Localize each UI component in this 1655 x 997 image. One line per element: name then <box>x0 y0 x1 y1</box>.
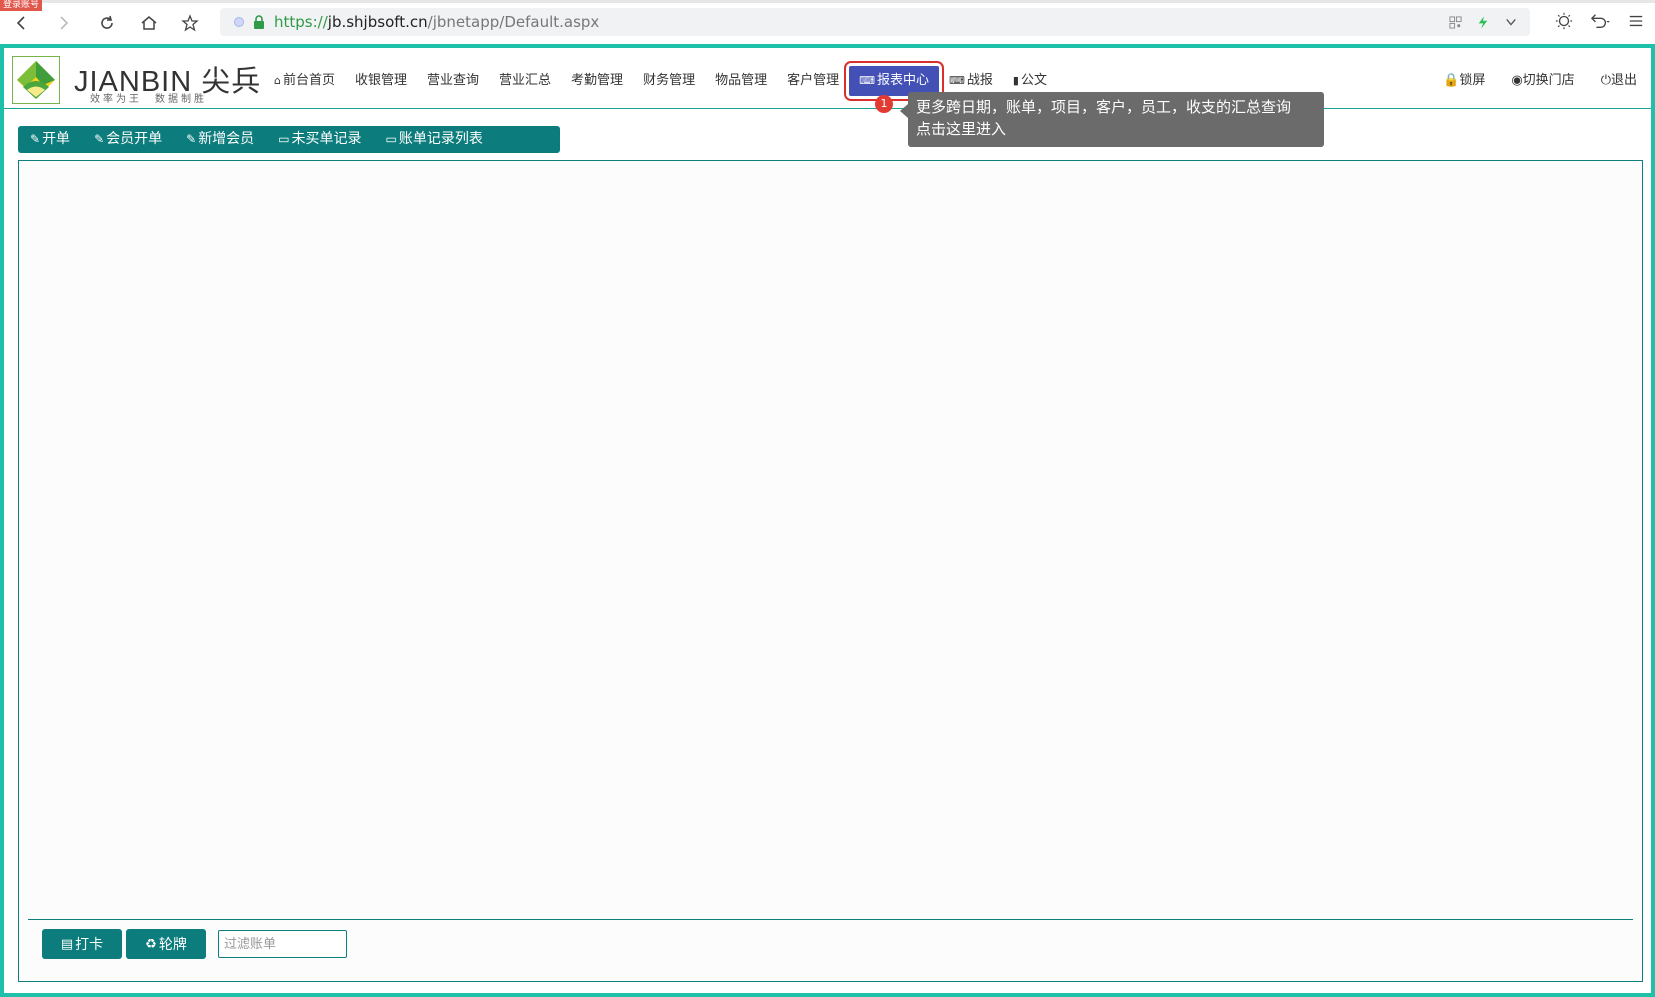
add-member-button[interactable]: ✎ 新增会员 <box>174 126 266 153</box>
filter-bill-input[interactable] <box>218 930 347 958</box>
nav-item-customers[interactable]: 客户管理 <box>777 66 849 96</box>
undo-icon[interactable] <box>1589 8 1611 34</box>
nav-label: 退出 <box>1610 73 1637 88</box>
nav-item-finance[interactable]: 财务管理 <box>633 66 705 96</box>
action-toolbar: ✎ 开单 ✎ 会员开单 ✎ 新增会员 ▭ 未买单记录 ▭ 账单记录列表 <box>18 126 560 153</box>
keyboard-icon: ⌨ <box>859 74 875 87</box>
punch-card-button[interactable]: ▤ 打卡 <box>42 929 122 959</box>
nav-label: 锁屏 <box>1459 73 1486 88</box>
qr-code-icon[interactable] <box>1446 13 1464 31</box>
menu-icon[interactable] <box>1625 8 1647 34</box>
site-info-icon[interactable] <box>234 17 244 27</box>
brand-slogan: 效率为王 数据制胜 <box>90 94 207 105</box>
button-label: 打卡 <box>75 937 104 953</box>
app-container: JIANBIN 尖兵 效率为王 数据制胜 ⌂ 前台首页 收银管理 营业查询 营业… <box>4 48 1651 993</box>
rotation-button[interactable]: ♻ 轮牌 <box>126 929 206 959</box>
open-order-button[interactable]: ✎ 开单 <box>18 126 82 153</box>
id-card-icon: ▤ <box>60 936 74 952</box>
member-open-order-button[interactable]: ✎ 会员开单 <box>82 126 174 153</box>
lock-icon <box>252 14 266 30</box>
step-badge: 1 <box>875 95 893 113</box>
bookmark-star-icon[interactable] <box>177 10 203 36</box>
monitor-icon: ▭ <box>385 132 397 146</box>
reload-icon[interactable] <box>94 10 120 36</box>
book-icon: ▮ <box>1012 74 1019 87</box>
main-content-panel: ▤ 打卡 ♻ 轮牌 <box>18 160 1643 982</box>
button-label: 轮牌 <box>158 937 187 953</box>
brightness-icon[interactable] <box>1553 8 1575 34</box>
nav-label: 切换门店 <box>1522 73 1575 88</box>
nav-item-goods[interactable]: 物品管理 <box>705 66 777 96</box>
edit-icon: ✎ <box>30 132 41 146</box>
app-header: JIANBIN 尖兵 效率为王 数据制胜 ⌂ 前台首页 收银管理 营业查询 营业… <box>4 48 1651 109</box>
recycle-icon: ♻ <box>145 936 157 952</box>
tooltip-line: 更多跨日期，账单，项目，客户，员工，收支的汇总查询 <box>916 98 1292 116</box>
power-icon: ⏻ <box>1600 73 1611 88</box>
logo-emblem <box>12 56 60 104</box>
divider <box>28 919 1633 920</box>
lock-screen-button[interactable]: 🔒锁屏 <box>1435 66 1493 96</box>
user-nav: 🔒锁屏 ◉切换门店 ⏻退出 <box>1435 66 1645 96</box>
nav-item-business-query[interactable]: 营业查询 <box>417 66 489 96</box>
button-label: 未买单记录 <box>291 131 362 147</box>
browser-toolbar: 登录账号 https://jb.shjbsoft.cn/jbnetapp/Def… <box>0 0 1655 45</box>
nav-item-front-home[interactable]: ⌂ 前台首页 <box>264 66 345 96</box>
nav-label: 公文 <box>1020 73 1047 88</box>
lightning-icon[interactable] <box>1474 13 1492 31</box>
chevron-down-icon[interactable] <box>1502 13 1520 31</box>
nav-label: 物品管理 <box>715 73 768 88</box>
forward-icon[interactable] <box>50 10 76 36</box>
button-label: 会员开单 <box>106 131 163 147</box>
nav-label: 前台首页 <box>282 73 335 88</box>
keyboard-icon: ⌨ <box>949 74 965 87</box>
nav-label: 营业汇总 <box>499 73 552 88</box>
address-bar[interactable]: https://jb.shjbsoft.cn/jbnetapp/Default.… <box>220 8 1530 36</box>
nav-label: 战报 <box>966 73 993 88</box>
unpaid-records-button[interactable]: ▭ 未买单记录 <box>266 126 373 153</box>
logo: JIANBIN 尖兵 效率为王 数据制胜 <box>12 56 260 106</box>
url-text[interactable]: https://jb.shjbsoft.cn/jbnetapp/Default.… <box>274 13 599 31</box>
switch-store-button[interactable]: ◉切换门店 <box>1503 66 1582 96</box>
nav-label: 客户管理 <box>787 73 840 88</box>
nav-label: 收银管理 <box>355 73 408 88</box>
monitor-icon: ▭ <box>278 132 290 146</box>
nav-label: 营业查询 <box>427 73 480 88</box>
nav-label: 报表中心 <box>877 73 930 88</box>
nav-item-attendance[interactable]: 考勤管理 <box>561 66 633 96</box>
back-icon[interactable] <box>9 10 35 36</box>
edit-icon: ✎ <box>186 132 197 146</box>
tab-strip <box>0 0 1655 3</box>
lock-icon: 🔒 <box>1443 73 1460 88</box>
button-label: 开单 <box>42 131 71 147</box>
bill-records-button[interactable]: ▭ 账单记录列表 <box>374 126 495 153</box>
nav-label: 考勤管理 <box>571 73 624 88</box>
edit-icon: ✎ <box>94 132 105 146</box>
nav-item-cashier[interactable]: 收银管理 <box>345 66 417 96</box>
home-icon: ⌂ <box>274 74 281 87</box>
pin-icon: ◉ <box>1511 73 1523 88</box>
tooltip-line: 点击这里进入 <box>916 120 1007 138</box>
guide-tooltip: 更多跨日期，账单，项目，客户，员工，收支的汇总查询 点击这里进入 <box>900 92 1324 147</box>
home-icon[interactable] <box>136 10 162 36</box>
app-frame: JIANBIN 尖兵 效率为王 数据制胜 ⌂ 前台首页 收银管理 营业查询 营业… <box>0 44 1655 997</box>
nav-label: 财务管理 <box>643 73 696 88</box>
button-label: 账单记录列表 <box>398 131 483 147</box>
footer-bar: ▤ 打卡 ♻ 轮牌 <box>42 929 347 959</box>
nav-item-business-summary[interactable]: 营业汇总 <box>489 66 561 96</box>
logout-button[interactable]: ⏻退出 <box>1593 66 1645 96</box>
button-label: 新增会员 <box>198 131 255 147</box>
